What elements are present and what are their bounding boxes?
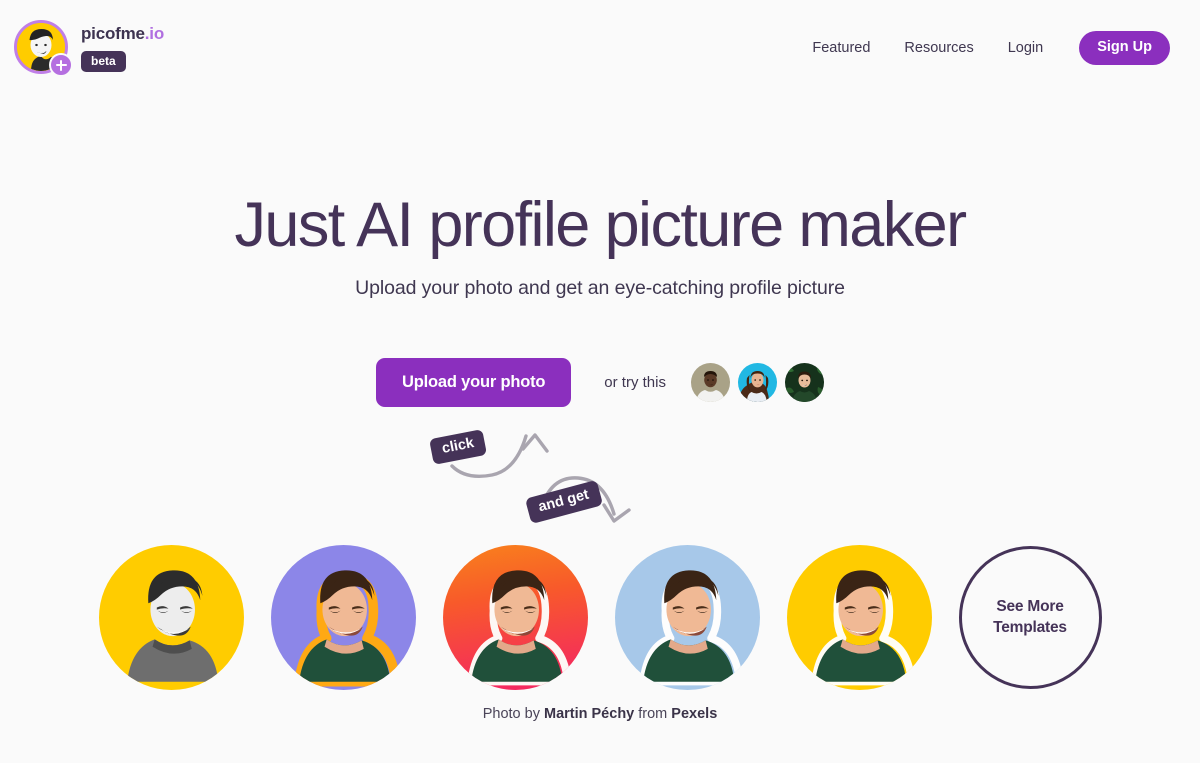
and-get-arrow-curve [540, 476, 616, 516]
main-nav: Featured Resources Login Sign Up [812, 18, 1170, 65]
credit-author[interactable]: Martin Péchy [544, 706, 634, 722]
nav-link-login[interactable]: Login [1008, 40, 1043, 56]
hero-section: Just AI profile picture maker Upload you… [0, 190, 1200, 300]
cta-row: Upload your photo or try this [0, 358, 1200, 407]
or-try-this-label: or try this [604, 374, 666, 391]
brand-text: picofme.io beta [81, 18, 164, 72]
page-subtitle: Upload your photo and get an eye-catchin… [355, 276, 845, 299]
click-annotation-badge: click [429, 429, 488, 465]
template-light-blue[interactable] [614, 545, 760, 690]
brand-name: picofme.io [81, 25, 164, 42]
sample-photo-list [690, 363, 824, 402]
beta-badge: beta [81, 51, 126, 72]
brand-name-tld: .io [144, 24, 165, 43]
brand-name-main: picofme [81, 24, 145, 43]
brand-logo[interactable]: picofme.io beta [14, 18, 164, 77]
annotation-group: click and get [410, 410, 710, 540]
annotation-arrows [450, 433, 631, 523]
plus-badge-icon [49, 53, 73, 77]
credit-source[interactable]: Pexels [671, 706, 717, 722]
photo-credit: Photo by Martin Péchy from Pexels [0, 706, 1200, 722]
nav-link-resources[interactable]: Resources [904, 40, 973, 56]
credit-middle: from [634, 706, 672, 722]
click-arrow-head [521, 433, 549, 453]
and-get-arrow-head [602, 503, 631, 523]
nav-link-featured[interactable]: Featured [812, 40, 870, 56]
sample-photo-1[interactable] [690, 363, 730, 402]
sign-up-button[interactable]: Sign Up [1079, 31, 1170, 65]
credit-prefix: Photo by [482, 706, 544, 722]
sample-photo-3[interactable] [784, 363, 824, 402]
template-yellow[interactable] [786, 545, 932, 690]
and-get-annotation-badge: and get [524, 479, 603, 524]
see-more-templates-button[interactable]: See More Templates [958, 546, 1102, 689]
see-more-templates-label: See More Templates [993, 597, 1067, 636]
template-periwinkle-outline[interactable] [270, 545, 416, 690]
click-arrow-curve [450, 434, 528, 479]
page-title: Just AI profile picture maker [234, 190, 968, 260]
site-header: picofme.io beta Featured Resources Login… [0, 0, 1200, 96]
template-orange-pink-gradient[interactable] [442, 545, 588, 690]
sample-photo-2[interactable] [737, 363, 777, 402]
upload-photo-button[interactable]: Upload your photo [376, 358, 572, 407]
avatar-plus-icon [14, 20, 73, 77]
template-gallery: See More Templates [0, 545, 1200, 690]
template-yellow-mono[interactable] [98, 545, 244, 690]
landing-page: picofme.io beta Featured Resources Login… [0, 0, 1200, 763]
